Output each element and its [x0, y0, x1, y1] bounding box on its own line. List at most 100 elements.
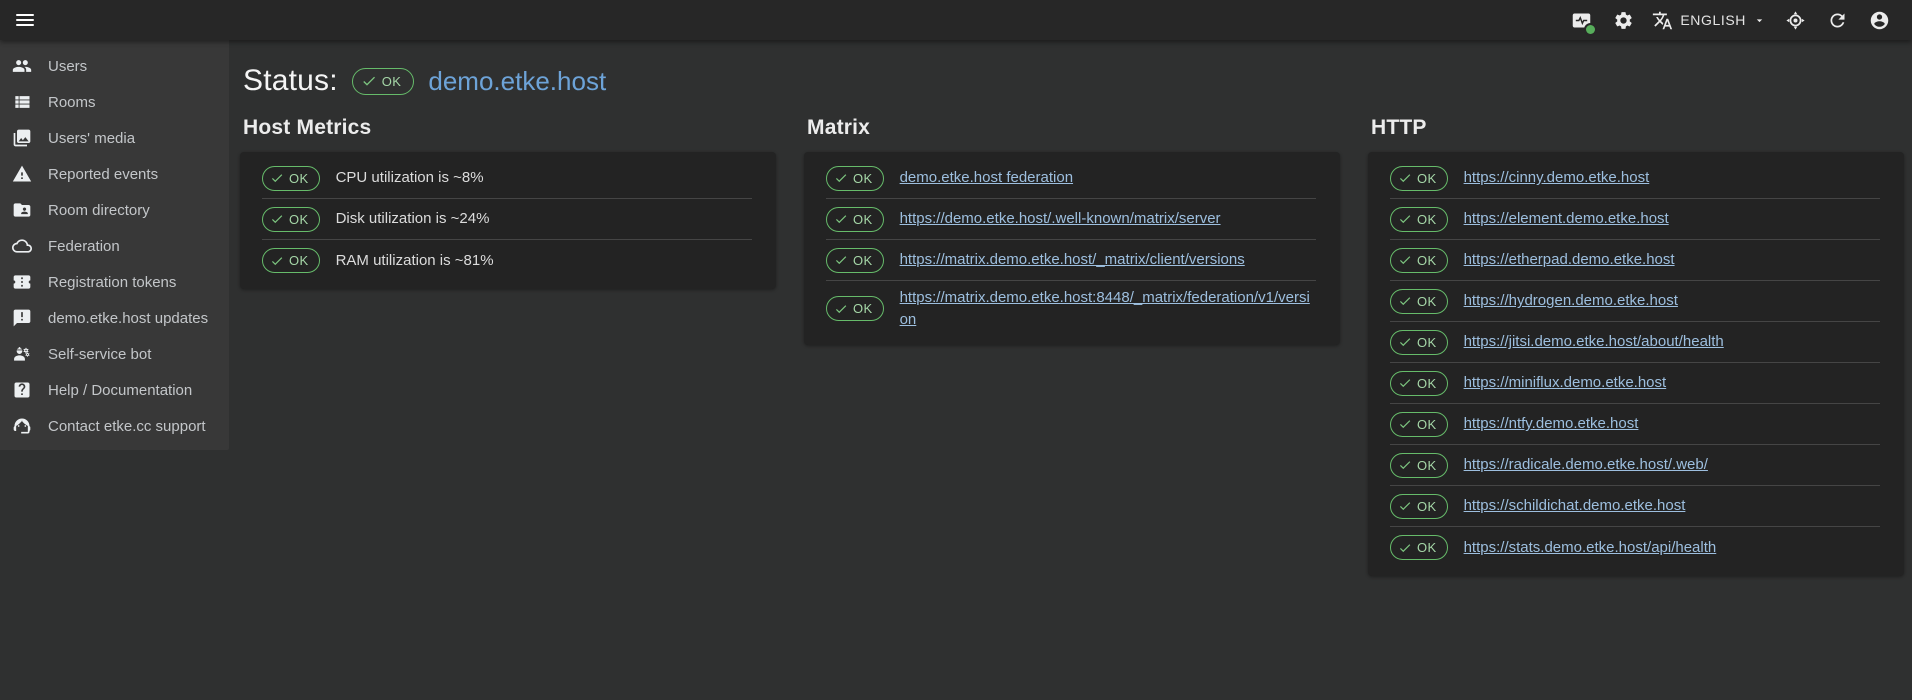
monitoring-status-button[interactable]: [1566, 5, 1596, 35]
check-row: OK https://stats.demo.etke.host/api/heal…: [1390, 527, 1880, 568]
check-icon: [270, 254, 284, 268]
check-link[interactable]: https://radicale.demo.etke.host/.web/: [1464, 454, 1708, 476]
hamburger-menu-icon: [10, 14, 40, 26]
check-icon: [270, 171, 284, 185]
check-icon: [1398, 417, 1412, 431]
status-section: Host Metrics OK CPU utilization is ~8% O…: [240, 116, 776, 576]
status-section: HTTP OK https://cinny.demo.etke.host OK …: [1368, 116, 1904, 576]
theme-brightness-icon: [1785, 10, 1806, 31]
check-row: OK Disk utilization is ~24%: [262, 199, 752, 240]
check-link[interactable]: https://jitsi.demo.etke.host/about/healt…: [1464, 331, 1724, 353]
ok-chip: OK: [1390, 248, 1448, 273]
check-row: OK https://hydrogen.demo.etke.host: [1390, 281, 1880, 322]
status-ok-chip: OK: [352, 68, 415, 95]
check-link[interactable]: https://etherpad.demo.etke.host: [1464, 249, 1675, 271]
main-content: Status: OK demo.etke.host Host Metrics O…: [0, 40, 1912, 576]
ok-chip: OK: [826, 248, 884, 273]
ok-chip: OK: [1390, 371, 1448, 396]
ok-chip: OK: [1390, 494, 1448, 519]
check-link[interactable]: https://ntfy.demo.etke.host: [1464, 413, 1639, 435]
check-row: OK https://matrix.demo.etke.host/_matrix…: [826, 240, 1316, 281]
section-card: OK https://cinny.demo.etke.host OK https…: [1368, 152, 1904, 576]
check-text: Disk utilization is ~24%: [336, 208, 490, 230]
check-link[interactable]: https://miniflux.demo.etke.host: [1464, 372, 1667, 394]
check-icon: [1398, 294, 1412, 308]
ok-chip: OK: [826, 296, 884, 321]
check-icon: [834, 212, 848, 226]
check-icon: [1398, 253, 1412, 267]
check-icon: [1398, 541, 1412, 555]
status-chip-label: OK: [382, 74, 402, 89]
check-link[interactable]: https://stats.demo.etke.host/api/health: [1464, 537, 1717, 559]
check-icon: [834, 253, 848, 267]
translate-icon: [1652, 10, 1673, 31]
theme-toggle-button[interactable]: [1780, 5, 1810, 35]
check-icon: [1398, 335, 1412, 349]
check-row: OK https://ntfy.demo.etke.host: [1390, 404, 1880, 445]
ok-chip: OK: [262, 248, 320, 273]
check-row: OK https://jitsi.demo.etke.host/about/he…: [1390, 322, 1880, 363]
chevron-down-icon: [1753, 14, 1766, 27]
refresh-icon: [1827, 10, 1848, 31]
account-circle-icon: [1869, 10, 1890, 31]
check-icon: [1398, 458, 1412, 472]
check-row: OK https://radicale.demo.etke.host/.web/: [1390, 445, 1880, 486]
section-card: OK CPU utilization is ~8% OK Disk utiliz…: [240, 152, 776, 289]
ok-chip: OK: [1390, 330, 1448, 355]
check-link[interactable]: https://element.demo.etke.host: [1464, 208, 1669, 230]
section-title: Matrix: [807, 116, 1340, 140]
status-header: Status: OK demo.etke.host: [243, 64, 1912, 98]
check-row: OK https://cinny.demo.etke.host: [1390, 158, 1880, 199]
check-link[interactable]: https://cinny.demo.etke.host: [1464, 167, 1650, 189]
ok-chip: OK: [826, 166, 884, 191]
ok-chip: OK: [1390, 207, 1448, 232]
section-title: Host Metrics: [243, 116, 776, 140]
hamburger-menu-button[interactable]: [10, 5, 40, 35]
host-link[interactable]: demo.etke.host: [428, 66, 606, 97]
check-link[interactable]: https://matrix.demo.etke.host/_matrix/cl…: [900, 249, 1245, 271]
check-link[interactable]: https://schildichat.demo.etke.host: [1464, 495, 1686, 517]
check-icon: [1398, 376, 1412, 390]
ok-chip: OK: [262, 207, 320, 232]
settings-button[interactable]: [1608, 5, 1638, 35]
refresh-button[interactable]: [1822, 5, 1852, 35]
check-icon: [1398, 499, 1412, 513]
check-text: CPU utilization is ~8%: [336, 167, 484, 189]
check-row: OK CPU utilization is ~8%: [262, 158, 752, 199]
status-columns: Host Metrics OK CPU utilization is ~8% O…: [240, 116, 1904, 576]
check-icon: [1398, 171, 1412, 185]
status-section: Matrix OK demo.etke.host federation OK h…: [804, 116, 1340, 576]
check-icon: [834, 302, 848, 316]
section-card: OK demo.etke.host federation OK https://…: [804, 152, 1340, 345]
ok-chip: OK: [262, 166, 320, 191]
ok-chip: OK: [1390, 412, 1448, 437]
check-icon: [1398, 212, 1412, 226]
check-icon: [361, 73, 377, 89]
check-row: OK https://demo.etke.host/.well-known/ma…: [826, 199, 1316, 240]
app-bar: ENGLISH: [0, 0, 1912, 40]
check-icon: [834, 171, 848, 185]
check-link[interactable]: https://hydrogen.demo.etke.host: [1464, 290, 1678, 312]
status-badge-dot: [1586, 25, 1595, 34]
ok-chip: OK: [1390, 289, 1448, 314]
check-link[interactable]: demo.etke.host federation: [900, 167, 1073, 189]
check-icon: [270, 212, 284, 226]
check-row: OK RAM utilization is ~81%: [262, 240, 752, 281]
check-row: OK https://miniflux.demo.etke.host: [1390, 363, 1880, 404]
ok-chip: OK: [826, 207, 884, 232]
ok-chip: OK: [1390, 453, 1448, 478]
page-title: Status:: [243, 64, 338, 98]
ok-chip: OK: [1390, 166, 1448, 191]
check-row: OK https://matrix.demo.etke.host:8448/_m…: [826, 281, 1316, 337]
settings-gear-icon: [1613, 10, 1634, 31]
check-row: OK demo.etke.host federation: [826, 158, 1316, 199]
check-row: OK https://etherpad.demo.etke.host: [1390, 240, 1880, 281]
ok-chip: OK: [1390, 535, 1448, 560]
check-row: OK https://schildichat.demo.etke.host: [1390, 486, 1880, 527]
check-text: RAM utilization is ~81%: [336, 250, 494, 272]
check-link[interactable]: https://matrix.demo.etke.host:8448/_matr…: [900, 287, 1316, 331]
section-title: HTTP: [1371, 116, 1904, 140]
check-link[interactable]: https://demo.etke.host/.well-known/matri…: [900, 208, 1221, 230]
account-menu-button[interactable]: [1864, 5, 1894, 35]
language-selector[interactable]: ENGLISH: [1650, 10, 1768, 31]
